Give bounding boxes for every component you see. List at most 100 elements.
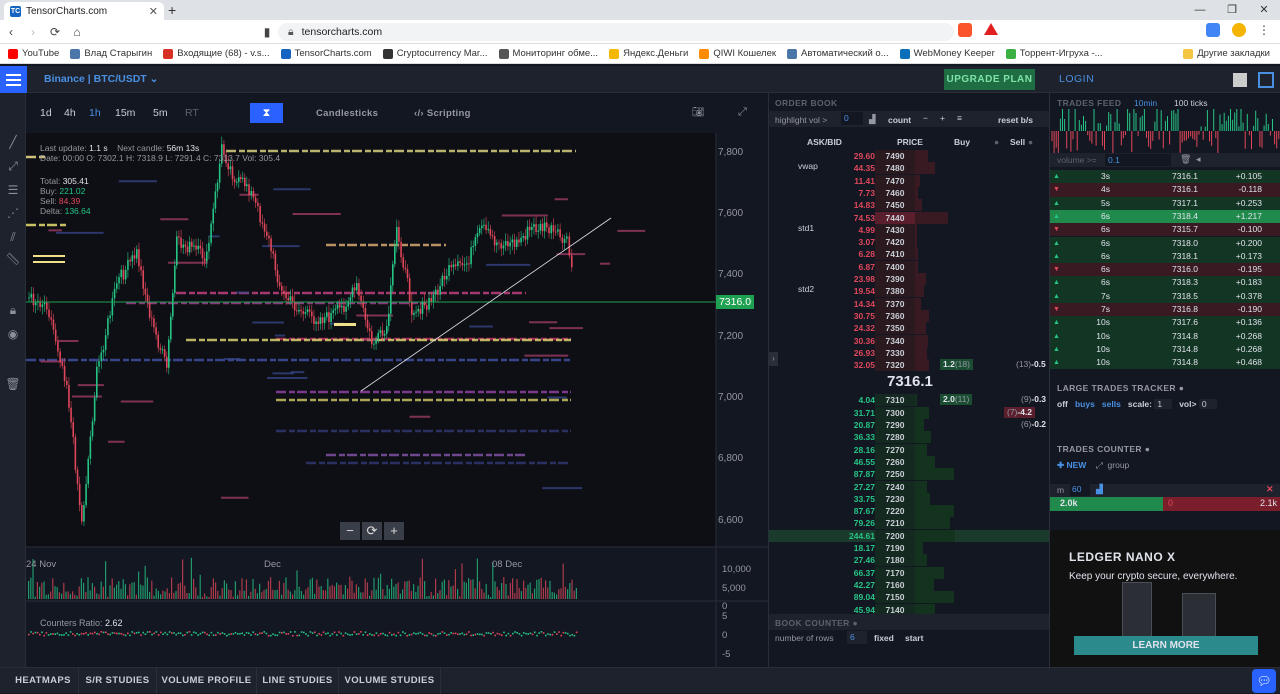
bid-row[interactable]: 4.04 7310 [769, 394, 1050, 407]
bid-row[interactable]: 27.46 7180 [769, 554, 1050, 567]
chart-canvas[interactable] [26, 133, 768, 667]
trend-line-tool-icon[interactable]: ╱ [5, 134, 21, 150]
trade-row[interactable]: ▲ 6s 7318.3 +0.183 [1050, 276, 1280, 290]
trash-icon[interactable]: 🗑︎ [1180, 154, 1191, 165]
fib-tool-icon[interactable]: ☰ [5, 182, 21, 198]
trade-row[interactable]: ▼ 6s 7315.7 -0.100 [1050, 223, 1280, 237]
counter-m-input[interactable]: 60 [1070, 484, 1090, 496]
new-tab-button[interactable]: + [168, 2, 176, 18]
ltt-vol-input[interactable]: 0 [1198, 399, 1217, 409]
plus-icon[interactable]: + [940, 113, 945, 123]
new-counter-button[interactable]: ✚ NEW [1057, 460, 1086, 471]
brave-rewards-icon[interactable] [984, 23, 998, 35]
ask-row[interactable]: 7.73 7460 [769, 186, 1050, 199]
trade-row[interactable]: ▲ 10s 7314.8 +0.468 [1050, 356, 1280, 370]
ask-row[interactable]: 3.07 7420 [769, 236, 1050, 249]
close-counter-icon[interactable]: ✕ [1266, 484, 1274, 495]
menu-icon[interactable] [0, 66, 27, 93]
light-theme-toggle[interactable] [1233, 73, 1247, 87]
start-button[interactable]: start [905, 633, 923, 643]
chat-icon[interactable]: 💬︎ [1252, 669, 1276, 693]
bid-row[interactable]: 244.61 7200 [769, 529, 1050, 542]
trade-row[interactable]: ▲ 6s 7318.0 +0.200 [1050, 236, 1280, 250]
bid-row[interactable]: 79.26 7210 [769, 517, 1050, 530]
timeframe-1d[interactable]: 1d [40, 107, 52, 119]
ask-row[interactable]: 6.87 7400 [769, 260, 1050, 273]
other-bookmarks[interactable]: Другие закладки [1183, 48, 1270, 59]
bookmark-item[interactable]: Входящие (68) - v.s... [163, 48, 270, 59]
timeframe-5m[interactable]: 5m [153, 107, 168, 119]
bid-row[interactable]: 89.04 7150 [769, 591, 1050, 604]
chart-small-icon[interactable]: ▟ [1096, 484, 1103, 495]
bookmark-item[interactable]: Влад Старыгин [70, 48, 152, 59]
tf-10min-option[interactable]: 10min [1134, 98, 1157, 108]
bid-row[interactable]: 18.17 7190 [769, 542, 1050, 554]
ask-row[interactable]: 26.93 7330 [769, 346, 1050, 359]
channel-tool-icon[interactable]: ⫽ [5, 229, 21, 245]
bid-row[interactable]: 33.75 7230 [769, 492, 1050, 505]
translate-icon[interactable] [1206, 23, 1220, 37]
tab-heatmaps[interactable]: HEATMAPS [8, 668, 79, 694]
ask-row[interactable]: 6.28 7410 [769, 248, 1050, 261]
expand-left-icon[interactable]: › [769, 352, 778, 366]
bookmark-item[interactable]: Торрент-Игруха -... [1005, 48, 1103, 59]
minimize-icon[interactable]: — [1184, 0, 1216, 20]
trash-icon[interactable]: 🗑︎ [5, 376, 21, 392]
zoom-in-button[interactable]: + [384, 522, 404, 540]
camera-icon[interactable]: 📷︎ [692, 107, 705, 118]
ruler-tool-icon[interactable]: 📏︎ [5, 251, 21, 267]
bid-row[interactable]: 66.37 7170 [769, 566, 1050, 579]
url-field[interactable]: 🔒︎ tensorcharts.com [278, 23, 954, 41]
zoom-out-button[interactable]: − [340, 522, 360, 540]
menu-dots-icon[interactable]: ⋮ [1258, 23, 1272, 37]
trade-row[interactable]: ▲ 7s 7318.5 +0.378 [1050, 289, 1280, 303]
ltt-off-option[interactable]: off [1057, 399, 1068, 409]
ltt-buys-option[interactable]: buys [1075, 399, 1095, 409]
candlesticks-button[interactable]: Candlesticks [316, 108, 378, 119]
bookmark-item[interactable]: YouTube [8, 48, 59, 59]
bid-row[interactable]: 42.27 7160 [769, 578, 1050, 591]
brave-shield-icon[interactable] [958, 23, 972, 37]
bid-row[interactable]: 87.67 7220 [769, 505, 1050, 518]
ask-row[interactable]: 30.36 7340 [769, 334, 1050, 347]
ask-row[interactable]: 14.34 7370 [769, 297, 1050, 310]
reload-icon[interactable]: ⟳ [44, 25, 66, 39]
ltt-sells-option[interactable]: sells [1102, 399, 1121, 409]
list-icon[interactable]: ≡ [957, 113, 962, 123]
bookmark-item[interactable]: Cryptocurrency Mar... [382, 48, 488, 59]
ask-row[interactable]: 74.53 7440 [769, 211, 1050, 224]
trade-row[interactable]: ▼ 7s 7316.8 -0.190 [1050, 303, 1280, 317]
forward-icon[interactable]: › [22, 25, 44, 39]
ask-row[interactable]: 11.41 7470 [769, 174, 1050, 187]
trade-row[interactable]: ▲ 10s 7314.8 +0.268 [1050, 329, 1280, 343]
visibility-icon[interactable]: ◉ [5, 326, 21, 342]
trade-row[interactable]: ▲ 3s 7316.1 +0.105 [1050, 170, 1280, 184]
maximize-icon[interactable]: ❐ [1216, 0, 1248, 20]
ask-row[interactable]: 32.05 7320 [769, 359, 1050, 372]
reset-bs-button[interactable]: reset b/s [998, 115, 1033, 125]
chart-type-icon[interactable]: ⧗ [250, 103, 283, 123]
tab-volume-profile[interactable]: VOLUME PROFILE [157, 668, 257, 694]
bookmark-item[interactable]: QIWI Кошелек [699, 48, 776, 59]
bid-row[interactable]: 27.27 7240 [769, 480, 1050, 493]
expand-icon[interactable]: ⤢ [738, 106, 747, 119]
trade-row[interactable]: ▼ 4s 7316.1 -0.118 [1050, 183, 1280, 197]
rows-input[interactable]: 6 [847, 631, 867, 644]
back-icon[interactable]: ‹ [0, 25, 22, 39]
upgrade-plan-button[interactable]: UPGRADE PLAN [944, 69, 1035, 90]
close-window-icon[interactable]: ✕ [1248, 0, 1280, 20]
bid-row[interactable]: 28.16 7270 [769, 443, 1050, 456]
timeframe-1h[interactable]: 1h [89, 107, 101, 119]
pitchfork-tool-icon[interactable]: ⋰ [5, 205, 21, 221]
close-tab-icon[interactable]: ✕ [149, 5, 158, 18]
bid-row[interactable]: 36.33 7280 [769, 431, 1050, 444]
timeframe-RT[interactable]: RT [185, 107, 199, 119]
chart-small-icon[interactable]: ▟ [869, 114, 876, 125]
group-button[interactable]: ⤢ group [1096, 460, 1129, 471]
bookmark-icon[interactable]: ▮ [256, 25, 278, 39]
volume-filter-input[interactable]: 0.1 [1105, 154, 1171, 166]
tab-sr-studies[interactable]: S/R STUDIES [79, 668, 157, 694]
bookmark-item[interactable]: TensorCharts.com [280, 48, 372, 59]
trade-row[interactable]: ▲ 10s 7317.6 +0.136 [1050, 316, 1280, 330]
scripting-button[interactable]: ‹/› Scripting [414, 108, 471, 119]
